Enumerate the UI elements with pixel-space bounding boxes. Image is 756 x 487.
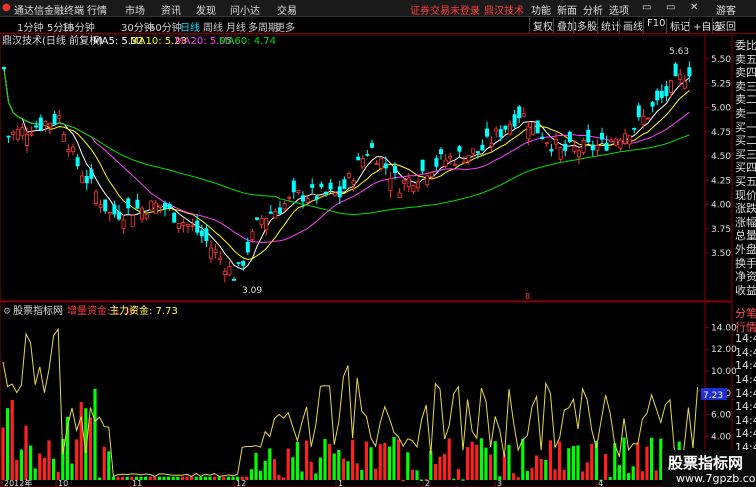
tool-multi-stock[interactable]: 多股 <box>573 18 600 33</box>
period-weekly[interactable]: 周线 <box>203 19 223 34</box>
y-tick-label: 4.00 <box>711 201 731 211</box>
menu-discover[interactable]: 发现 <box>196 2 216 17</box>
window-icon[interactable]: ▭ <box>666 2 675 13</box>
main-chart-title: 鼎汉技术(日线 前复权) <box>2 35 103 47</box>
main-fund-label: 主力资金: 7.73 <box>109 304 178 317</box>
main-chart-legend: 鼎汉技术(日线 前复权) MA5: 5.32 MA10: 5.23 MA20: … <box>2 35 276 47</box>
menu-ask[interactable]: 问小达 <box>230 2 260 17</box>
period-monthly[interactable]: 月线 <box>226 19 246 34</box>
period-1min[interactable]: 1分钟 <box>17 19 43 34</box>
menu-trade[interactable]: 交易 <box>277 2 297 17</box>
site-watermark: 股票指标网 www.7gpzb.com <box>662 450 756 487</box>
menu-bar: ● 通达信金融终端 行情 市场 资讯 发现 问小达 交易 证券交易未登录 鼎汉技… <box>0 0 756 17</box>
app-logo-icon: ● <box>2 2 11 13</box>
period-daily[interactable]: 日线 <box>180 19 200 34</box>
y-tick-label: 5.25 <box>711 79 731 89</box>
menu-market[interactable]: 市场 <box>125 2 145 17</box>
login-warning[interactable]: 证券交易未登录 <box>410 2 480 17</box>
sub-y-tick-label: 6.00 <box>711 411 731 421</box>
moving-average-lines <box>3 68 690 270</box>
y-tick-label: 3.75 <box>711 225 731 235</box>
event-marker: 8 <box>525 292 530 301</box>
y-tick-label: 5.50 <box>711 55 731 65</box>
guest-label[interactable]: 游客 <box>716 2 736 17</box>
tick-row-label: 14:4 <box>735 373 756 386</box>
period-more[interactable]: 更多 <box>275 19 295 34</box>
date-label: 3 <box>497 479 502 487</box>
y-tick-label: 4.75 <box>711 128 731 138</box>
menu-function[interactable]: 功能 <box>531 2 551 17</box>
menu-news[interactable]: 资讯 <box>161 2 181 17</box>
gear-icon[interactable]: ⚙ <box>3 307 11 317</box>
tool-f10[interactable]: F10 <box>643 18 668 33</box>
low-price-label: 3.09 <box>242 286 262 296</box>
y-tick-label: 4.25 <box>711 176 731 186</box>
current-value-text: 7.23 <box>703 391 723 401</box>
date-label: 11 <box>132 479 142 487</box>
tick-row-label: 14:4 <box>735 427 756 441</box>
ma60-label: MA60: 4.74 <box>219 36 276 47</box>
tool-draw[interactable]: 画线 <box>619 18 646 33</box>
date-label: 4 <box>598 479 603 487</box>
kline-chart-area[interactable]: 鼎汉技术(日线 前复权) MA5: 5.32 MA10: 5.23 MA20: … <box>0 35 756 487</box>
app-title: 通达信金融终端 <box>14 6 84 17</box>
period-60min[interactable]: 60分钟 <box>149 19 182 34</box>
quote-row-label: 收益 <box>735 283 756 297</box>
close-icon[interactable]: ✕ <box>690 2 698 13</box>
sub-chart-title: 股票指标网 <box>13 304 63 317</box>
tool-back[interactable]: 返回 <box>712 18 739 33</box>
watermark-url: www.7gpzb.com <box>676 472 756 485</box>
tick-row-label: 14:4 <box>735 386 756 400</box>
y-tick-label: 5.00 <box>711 104 731 114</box>
main-y-axis: 5.50 5.25 5.00 4.75 4.50 4.25 4.00 3.75 3.50 <box>705 55 731 259</box>
menu-analysis[interactable]: 分析 <box>583 2 603 17</box>
tick-row-label: 14:4 <box>735 332 756 346</box>
date-label: 1 <box>338 479 343 487</box>
tick-row-label: 14:4 <box>735 359 756 373</box>
tick-row-label: 14:4 <box>735 345 756 359</box>
date-label: 2 <box>425 479 430 487</box>
date-label: 2012年 <box>4 478 32 487</box>
y-tick-label: 4.50 <box>711 152 731 162</box>
date-label: 10 <box>58 479 68 487</box>
tool-adjust[interactable]: 复权 <box>529 18 556 33</box>
period-toolbar: 1分钟 5分钟 15分钟 30分钟 60分钟 日线 周线 月线 多周期 更多 复… <box>0 17 756 34</box>
stock-name: 鼎汉技术 <box>484 6 524 17</box>
sub-chart-legend: ⚙ 股票指标网 增量资金: 1.36 主力资金: 7.73 <box>3 304 178 317</box>
minimize-icon[interactable]: ▭ <box>642 2 651 13</box>
menu-quotes[interactable]: 行情 <box>87 2 107 17</box>
quote-panel: 委比 卖五 卖四 卖三 卖二 卖一 买一 买二 买三 买四 买五 现价 涨跌 涨幅 总量 外盘 换手 净资 收益 分笔… <box>734 35 756 487</box>
tick-row-label: 14:4 <box>735 413 756 427</box>
sub-y-tick-label: 4.00 <box>711 432 731 442</box>
menu-new-page[interactable]: 新面 <box>557 2 577 17</box>
period-multi[interactable]: 多周期 <box>248 19 278 34</box>
tick-row-label: 14:4 <box>735 400 756 414</box>
date-label: 12 <box>236 479 246 487</box>
high-price-label: 5.63 <box>669 47 689 57</box>
candlesticks <box>2 61 692 283</box>
main-fund-line <box>2 327 699 478</box>
menu-options[interactable]: 选项 <box>609 2 629 17</box>
period-15min[interactable]: 15分钟 <box>62 19 95 34</box>
y-tick-label: 3.50 <box>711 249 731 259</box>
watermark-title: 股票指标网 <box>668 454 744 472</box>
